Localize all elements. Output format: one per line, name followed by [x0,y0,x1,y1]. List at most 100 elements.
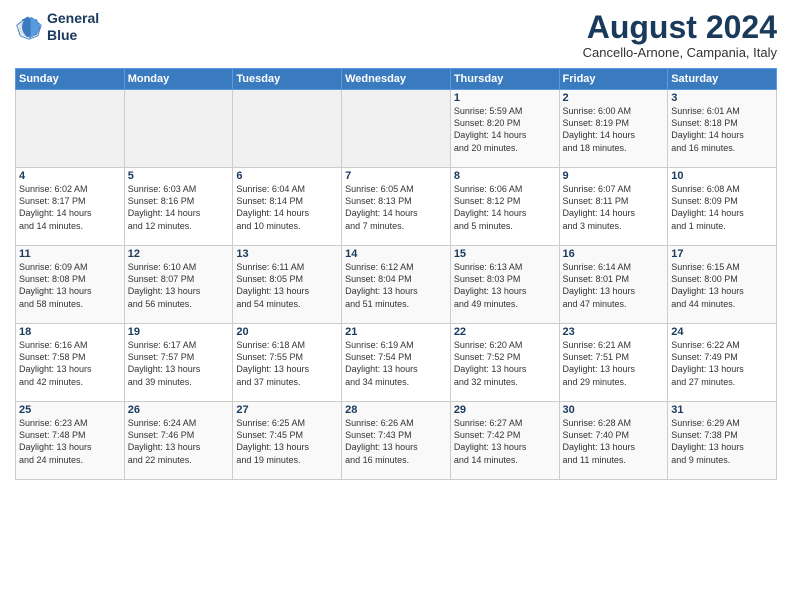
table-row: 24Sunrise: 6:22 AMSunset: 7:49 PMDayligh… [668,324,777,402]
day-number: 21 [345,326,447,338]
day-number: 17 [671,248,773,260]
day-number: 12 [128,248,230,260]
day-number: 2 [563,92,665,104]
table-row: 28Sunrise: 6:26 AMSunset: 7:43 PMDayligh… [342,402,451,480]
day-info: Sunrise: 6:16 AMSunset: 7:58 PMDaylight:… [19,339,121,388]
day-info: Sunrise: 6:08 AMSunset: 8:09 PMDaylight:… [671,183,773,232]
table-row: 13Sunrise: 6:11 AMSunset: 8:05 PMDayligh… [233,246,342,324]
day-number: 24 [671,326,773,338]
day-info: Sunrise: 6:00 AMSunset: 8:19 PMDaylight:… [563,105,665,154]
day-number: 3 [671,92,773,104]
table-row: 19Sunrise: 6:17 AMSunset: 7:57 PMDayligh… [124,324,233,402]
calendar-body: 1Sunrise: 5:59 AMSunset: 8:20 PMDaylight… [16,90,777,480]
logo-line2: Blue [47,27,99,44]
table-row: 4Sunrise: 6:02 AMSunset: 8:17 PMDaylight… [16,168,125,246]
day-number: 25 [19,404,121,416]
day-number: 8 [454,170,556,182]
day-info: Sunrise: 6:11 AMSunset: 8:05 PMDaylight:… [236,261,338,310]
day-info: Sunrise: 6:26 AMSunset: 7:43 PMDaylight:… [345,417,447,466]
calendar-week-2: 4Sunrise: 6:02 AMSunset: 8:17 PMDaylight… [16,168,777,246]
day-number: 5 [128,170,230,182]
day-info: Sunrise: 6:05 AMSunset: 8:13 PMDaylight:… [345,183,447,232]
col-thursday: Thursday [450,69,559,90]
day-info: Sunrise: 6:17 AMSunset: 7:57 PMDaylight:… [128,339,230,388]
month-title: August 2024 [583,10,777,45]
day-number: 4 [19,170,121,182]
table-row: 2Sunrise: 6:00 AMSunset: 8:19 PMDaylight… [559,90,668,168]
table-row: 31Sunrise: 6:29 AMSunset: 7:38 PMDayligh… [668,402,777,480]
table-row: 17Sunrise: 6:15 AMSunset: 8:00 PMDayligh… [668,246,777,324]
day-number: 29 [454,404,556,416]
day-info: Sunrise: 6:15 AMSunset: 8:00 PMDaylight:… [671,261,773,310]
calendar-week-1: 1Sunrise: 5:59 AMSunset: 8:20 PMDaylight… [16,90,777,168]
day-number: 27 [236,404,338,416]
day-info: Sunrise: 6:28 AMSunset: 7:40 PMDaylight:… [563,417,665,466]
day-info: Sunrise: 6:06 AMSunset: 8:12 PMDaylight:… [454,183,556,232]
day-info: Sunrise: 6:27 AMSunset: 7:42 PMDaylight:… [454,417,556,466]
day-info: Sunrise: 6:20 AMSunset: 7:52 PMDaylight:… [454,339,556,388]
day-number: 22 [454,326,556,338]
day-number: 13 [236,248,338,260]
calendar-header-row: Sunday Monday Tuesday Wednesday Thursday… [16,69,777,90]
table-row: 26Sunrise: 6:24 AMSunset: 7:46 PMDayligh… [124,402,233,480]
day-info: Sunrise: 6:04 AMSunset: 8:14 PMDaylight:… [236,183,338,232]
table-row: 11Sunrise: 6:09 AMSunset: 8:08 PMDayligh… [16,246,125,324]
day-info: Sunrise: 6:29 AMSunset: 7:38 PMDaylight:… [671,417,773,466]
col-sunday: Sunday [16,69,125,90]
table-row: 3Sunrise: 6:01 AMSunset: 8:18 PMDaylight… [668,90,777,168]
table-row: 25Sunrise: 6:23 AMSunset: 7:48 PMDayligh… [16,402,125,480]
table-row: 20Sunrise: 6:18 AMSunset: 7:55 PMDayligh… [233,324,342,402]
day-info: Sunrise: 6:18 AMSunset: 7:55 PMDaylight:… [236,339,338,388]
day-number: 11 [19,248,121,260]
day-info: Sunrise: 6:19 AMSunset: 7:54 PMDaylight:… [345,339,447,388]
table-row [16,90,125,168]
page: General Blue August 2024 Cancello-Arnone… [0,0,792,612]
table-row [124,90,233,168]
logo-text: General Blue [47,10,99,44]
day-info: Sunrise: 6:03 AMSunset: 8:16 PMDaylight:… [128,183,230,232]
table-row: 14Sunrise: 6:12 AMSunset: 8:04 PMDayligh… [342,246,451,324]
table-row [233,90,342,168]
table-row: 1Sunrise: 5:59 AMSunset: 8:20 PMDaylight… [450,90,559,168]
day-info: Sunrise: 6:23 AMSunset: 7:48 PMDaylight:… [19,417,121,466]
day-number: 23 [563,326,665,338]
day-number: 15 [454,248,556,260]
table-row: 7Sunrise: 6:05 AMSunset: 8:13 PMDaylight… [342,168,451,246]
day-number: 26 [128,404,230,416]
table-row: 30Sunrise: 6:28 AMSunset: 7:40 PMDayligh… [559,402,668,480]
day-number: 10 [671,170,773,182]
logo-line1: General [47,10,99,27]
day-number: 9 [563,170,665,182]
day-info: Sunrise: 6:01 AMSunset: 8:18 PMDaylight:… [671,105,773,154]
calendar-week-4: 18Sunrise: 6:16 AMSunset: 7:58 PMDayligh… [16,324,777,402]
logo-icon [15,13,43,41]
col-wednesday: Wednesday [342,69,451,90]
day-number: 16 [563,248,665,260]
table-row: 29Sunrise: 6:27 AMSunset: 7:42 PMDayligh… [450,402,559,480]
table-row: 27Sunrise: 6:25 AMSunset: 7:45 PMDayligh… [233,402,342,480]
table-row: 6Sunrise: 6:04 AMSunset: 8:14 PMDaylight… [233,168,342,246]
table-row: 15Sunrise: 6:13 AMSunset: 8:03 PMDayligh… [450,246,559,324]
day-number: 14 [345,248,447,260]
day-info: Sunrise: 6:21 AMSunset: 7:51 PMDaylight:… [563,339,665,388]
col-monday: Monday [124,69,233,90]
col-tuesday: Tuesday [233,69,342,90]
day-number: 31 [671,404,773,416]
col-friday: Friday [559,69,668,90]
day-number: 7 [345,170,447,182]
day-info: Sunrise: 6:09 AMSunset: 8:08 PMDaylight:… [19,261,121,310]
day-info: Sunrise: 6:13 AMSunset: 8:03 PMDaylight:… [454,261,556,310]
title-block: August 2024 Cancello-Arnone, Campania, I… [583,10,777,60]
table-row: 9Sunrise: 6:07 AMSunset: 8:11 PMDaylight… [559,168,668,246]
header: General Blue August 2024 Cancello-Arnone… [15,10,777,60]
day-number: 19 [128,326,230,338]
table-row: 21Sunrise: 6:19 AMSunset: 7:54 PMDayligh… [342,324,451,402]
day-info: Sunrise: 6:02 AMSunset: 8:17 PMDaylight:… [19,183,121,232]
day-number: 1 [454,92,556,104]
calendar: Sunday Monday Tuesday Wednesday Thursday… [15,68,777,480]
day-info: Sunrise: 6:07 AMSunset: 8:11 PMDaylight:… [563,183,665,232]
table-row [342,90,451,168]
table-row: 5Sunrise: 6:03 AMSunset: 8:16 PMDaylight… [124,168,233,246]
day-info: Sunrise: 6:24 AMSunset: 7:46 PMDaylight:… [128,417,230,466]
table-row: 16Sunrise: 6:14 AMSunset: 8:01 PMDayligh… [559,246,668,324]
